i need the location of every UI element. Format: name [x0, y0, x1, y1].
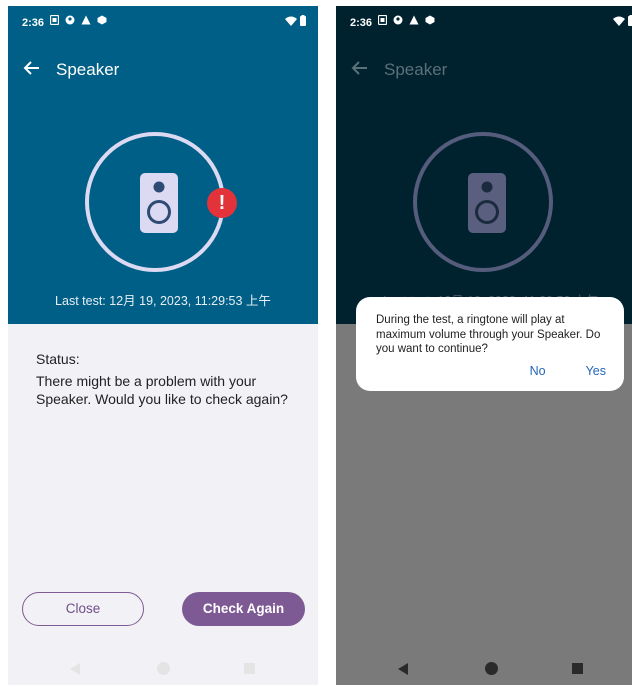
battery-icon — [300, 15, 306, 26]
sim-icon — [378, 15, 387, 25]
status-time: 2:36 — [350, 17, 373, 29]
back-arrow-icon[interactable] — [22, 58, 42, 78]
alert-icon — [409, 15, 419, 25]
system-icons — [613, 15, 632, 26]
notification-icons — [378, 15, 435, 25]
page-title: Speaker — [56, 60, 120, 79]
page-title: Speaker — [384, 60, 448, 79]
status-section: Status: There might be a problem with yo… — [36, 350, 296, 408]
shield-icon — [425, 15, 435, 25]
check-again-button[interactable]: Check Again — [182, 592, 305, 626]
hero-header: 2:36 Speaker ! Last test: 12月 19, 2023, … — [8, 6, 318, 324]
wifi-icon — [285, 16, 297, 26]
app-bar: Speaker — [336, 50, 632, 90]
nav-recents-icon[interactable] — [572, 663, 583, 674]
account-icon — [393, 15, 403, 25]
nav-back-icon[interactable] — [398, 663, 408, 675]
navigation-bar — [8, 656, 318, 685]
nav-home-icon[interactable] — [485, 662, 498, 675]
status-bar: 2:36 — [336, 6, 632, 42]
speaker-icon — [468, 173, 506, 233]
dialog-message: During the test, a ringtone will play at… — [376, 314, 601, 355]
system-icons — [285, 15, 306, 26]
speaker-status-ring — [413, 132, 553, 272]
sim-icon — [50, 15, 59, 25]
account-icon — [65, 15, 75, 25]
nav-recents-icon[interactable] — [244, 663, 255, 674]
alert-icon — [81, 15, 91, 25]
shield-icon — [97, 15, 107, 25]
battery-icon — [628, 15, 632, 26]
warning-icon: ! — [207, 188, 237, 218]
status-label: Status: — [36, 351, 80, 367]
hero-header-dimmed: 2:36 Speaker Last test: — [336, 6, 632, 324]
last-test-text: Last test: 12月 19, 2023, 11:29:53 上午 — [55, 294, 271, 308]
dialog-actions: No Yes — [530, 364, 606, 378]
speaker-icon — [140, 173, 178, 233]
confirm-dialog: During the test, a ringtone will play at… — [356, 297, 624, 391]
notification-icons — [50, 15, 107, 25]
navigation-bar — [336, 656, 632, 685]
nav-back-icon[interactable] — [70, 663, 80, 675]
phone-screen-right: 2:36 Speaker Last test: — [336, 6, 632, 685]
speaker-status-ring: ! — [85, 132, 237, 272]
yes-button[interactable]: Yes — [586, 364, 606, 378]
status-message: There might be a problem with your Speak… — [36, 373, 288, 407]
nav-home-icon[interactable] — [157, 662, 170, 675]
wifi-icon — [613, 16, 625, 26]
status-time: 2:36 — [22, 17, 45, 29]
status-bar: 2:36 — [8, 6, 318, 42]
back-arrow-icon — [351, 61, 367, 75]
no-button[interactable]: No — [530, 364, 546, 378]
phone-screen-left: 2:36 Speaker ! Last test: 12月 19, 2023, … — [8, 6, 318, 685]
app-bar: Speaker — [8, 50, 318, 90]
close-button[interactable]: Close — [22, 592, 144, 626]
